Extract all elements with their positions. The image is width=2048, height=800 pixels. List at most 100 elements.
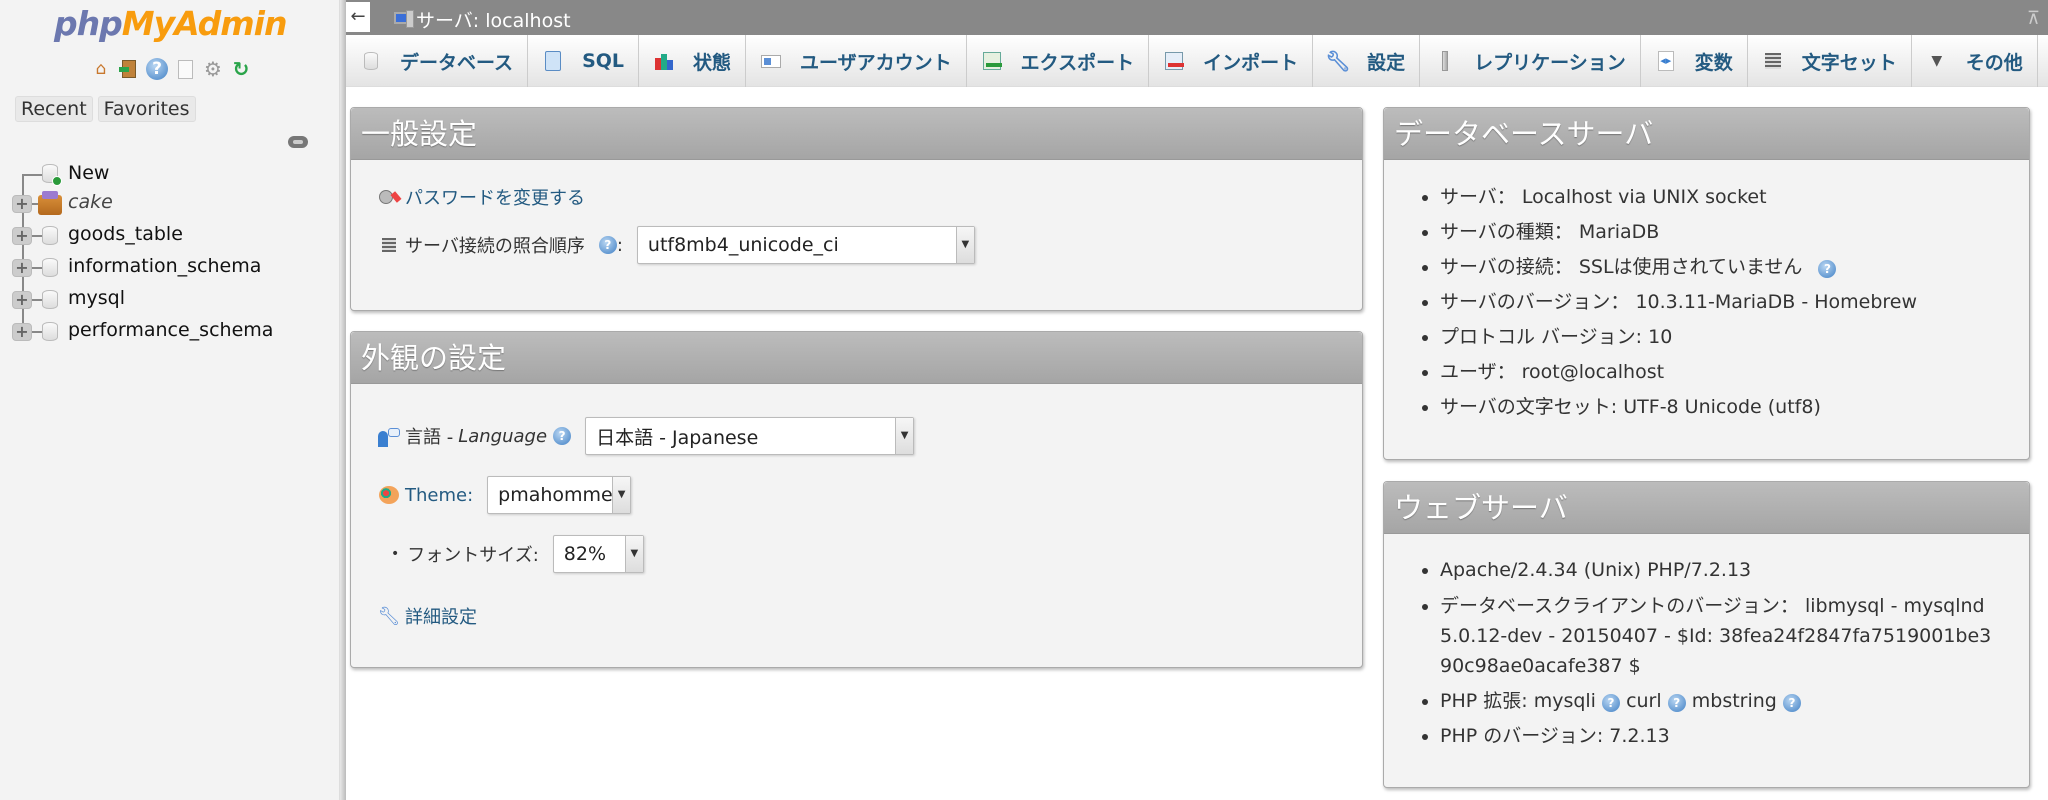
expand-icon[interactable]: + xyxy=(12,291,32,309)
panel-title: 一般設定 xyxy=(351,108,1362,160)
collapse-sidebar-button[interactable]: ← xyxy=(346,2,370,32)
change-password-row: パスワードを変更する xyxy=(377,184,585,210)
palette-icon xyxy=(377,483,401,507)
language-select[interactable]: 日本語 - Japanese ▼ xyxy=(585,417,915,455)
help-icon[interactable]: ? xyxy=(146,58,168,80)
tree-item-label[interactable]: New xyxy=(68,162,109,184)
expand-icon[interactable]: + xyxy=(12,323,32,341)
expand-icon[interactable]: + xyxy=(12,195,32,213)
database-icon xyxy=(42,258,58,277)
documentation-icon[interactable] xyxy=(174,58,196,80)
tree-item-label[interactable]: cake xyxy=(68,191,113,213)
tree-connector xyxy=(32,331,42,333)
info-item: サーバの文字セット: UTF-8 Unicode (utf8) xyxy=(1440,390,1917,425)
phpmyadmin-logo[interactable]: phpMyAdmin xyxy=(54,4,287,43)
language-person-icon xyxy=(377,424,401,448)
tree-item-label[interactable]: information_schema xyxy=(68,255,261,277)
tree-connector xyxy=(22,174,42,176)
replication-icon xyxy=(1434,50,1456,72)
wrench-icon: 🔧︎ xyxy=(377,605,401,627)
change-password-link[interactable]: パスワードを変更する xyxy=(405,184,585,210)
panel-title: 外観の設定 xyxy=(351,332,1362,384)
sidebar-resize-handle[interactable] xyxy=(340,0,346,800)
help-icon[interactable]: ? xyxy=(1667,694,1686,712)
general-settings-panel: 一般設定 パスワードを変更する サーバ接続の照合順序 ? : utf8mb4_u… xyxy=(350,107,1363,311)
help-icon[interactable]: ? xyxy=(1602,694,1621,712)
theme-link[interactable]: Theme: xyxy=(405,485,473,506)
info-item: サーバのバージョン： 10.3.11-MariaDB - Homebrew xyxy=(1440,285,1917,320)
tree-item-label[interactable]: mysql xyxy=(68,287,125,309)
tree-connector xyxy=(32,267,42,269)
tab-settings[interactable]: 🔧︎ 設定 xyxy=(1313,35,1421,87)
import-icon xyxy=(1163,50,1185,72)
tab-replication[interactable]: レプリケーション xyxy=(1420,35,1641,87)
web-server-info-list: Apache/2.4.34 (Unix) PHP/7.2.13 データベースクラ… xyxy=(1440,553,2000,754)
tab-charsets[interactable]: 文字セット xyxy=(1748,35,1912,87)
logout-icon[interactable] xyxy=(118,58,140,80)
tree-item-label[interactable]: goods_table xyxy=(68,223,183,245)
panel-title: データベースサーバ xyxy=(1384,108,2029,160)
collation-row: サーバ接続の照合順序 ? : utf8mb4_unicode_ci ▼ xyxy=(377,226,975,264)
tab-export[interactable]: エクスポート xyxy=(967,35,1150,87)
info-item: プロトコル バージョン: 10 xyxy=(1440,320,1917,355)
tab-databases[interactable]: データベース xyxy=(346,35,529,87)
database-icon xyxy=(360,50,382,72)
link-with-main-panel-icon[interactable] xyxy=(288,136,308,148)
favorites-button[interactable]: Favorites xyxy=(97,96,196,122)
tab-status[interactable]: 状態 xyxy=(639,35,747,87)
reload-icon[interactable]: ↻ xyxy=(230,57,252,81)
web-server-panel: ウェブサーバ Apache/2.4.34 (Unix) PHP/7.2.13 デ… xyxy=(1383,481,2030,788)
recent-favorites-tabs: Recent Favorites xyxy=(15,96,196,122)
user-card-icon xyxy=(760,50,782,72)
database-server-info-list: サーバ： Localhost via UNIX socket サーバの種類： M… xyxy=(1440,180,1917,425)
charset-icon xyxy=(1762,50,1784,72)
chevron-down-icon: ▼ xyxy=(624,536,643,572)
help-icon[interactable]: ? xyxy=(1818,260,1837,278)
breadcrumb-server[interactable]: サーバ: localhost xyxy=(416,6,571,33)
chevron-down-icon: ▼ xyxy=(895,418,914,454)
sidebar-nav-icons: ⌂ ? ⚙ ↻ xyxy=(90,57,252,81)
database-icon xyxy=(42,226,58,245)
theme-select[interactable]: pmahomme ▼ xyxy=(487,476,632,514)
font-size-select[interactable]: 82% ▼ xyxy=(552,535,644,573)
more-triangle-icon: ▼ xyxy=(1931,53,1943,69)
server-breadcrumb-bar: ← サーバ: localhost ⊼ xyxy=(346,0,2048,35)
settings-icon[interactable]: ⚙ xyxy=(202,57,224,81)
recent-button[interactable]: Recent xyxy=(15,96,93,122)
tree-connector xyxy=(32,235,42,237)
chevron-down-icon: ▼ xyxy=(955,227,974,263)
expand-icon[interactable]: + xyxy=(12,259,32,277)
appearance-settings-panel: 外観の設定 言語 - Language ? 日本語 - Japanese ▼ T… xyxy=(350,331,1363,668)
tab-import[interactable]: インポート xyxy=(1149,35,1314,87)
info-item: ユーザ： root@localhost xyxy=(1440,355,1917,390)
scroll-top-icon[interactable]: ⊼ xyxy=(2027,8,2040,29)
tree-item-label[interactable]: performance_schema xyxy=(68,319,273,341)
bullet: • xyxy=(391,546,400,562)
language-row: 言語 - Language ? 日本語 - Japanese ▼ xyxy=(377,417,915,455)
collation-label: サーバ接続の照合順序 xyxy=(405,236,585,257)
info-item: サーバの種類： MariaDB xyxy=(1440,215,1917,250)
help-icon[interactable]: ? xyxy=(1782,694,1801,712)
add-badge-icon xyxy=(52,176,62,186)
info-item: サーバの接続： SSLは使用されていません ? xyxy=(1440,250,1917,285)
help-icon[interactable]: ? xyxy=(598,236,617,254)
tab-variables[interactable]: ◂▸ 変数 xyxy=(1641,35,1748,87)
variables-icon: ◂▸ xyxy=(1655,50,1677,72)
help-icon[interactable]: ? xyxy=(553,427,572,445)
status-chart-icon xyxy=(653,50,675,72)
collation-select[interactable]: utf8mb4_unicode_ci ▼ xyxy=(636,226,975,264)
tab-sql[interactable]: SQL xyxy=(528,35,640,87)
cake-db-icon xyxy=(38,191,62,215)
database-icon xyxy=(42,290,58,309)
tree-connector xyxy=(32,299,42,301)
home-icon[interactable]: ⌂ xyxy=(90,58,112,80)
more-settings-link[interactable]: 詳細設定 xyxy=(405,603,477,629)
database-icon xyxy=(42,322,58,341)
expand-icon[interactable]: + xyxy=(12,227,32,245)
sql-scroll-icon xyxy=(542,50,564,72)
export-icon xyxy=(981,50,1003,72)
tab-more[interactable]: ▼ その他 xyxy=(1912,35,2038,87)
database-server-panel: データベースサーバ サーバ： Localhost via UNIX socket… xyxy=(1383,107,2030,460)
info-item: データベースクライアントのバージョン： libmysql - mysqlnd 5… xyxy=(1440,588,2000,684)
tab-user-accounts[interactable]: ユーザアカウント xyxy=(746,35,967,87)
